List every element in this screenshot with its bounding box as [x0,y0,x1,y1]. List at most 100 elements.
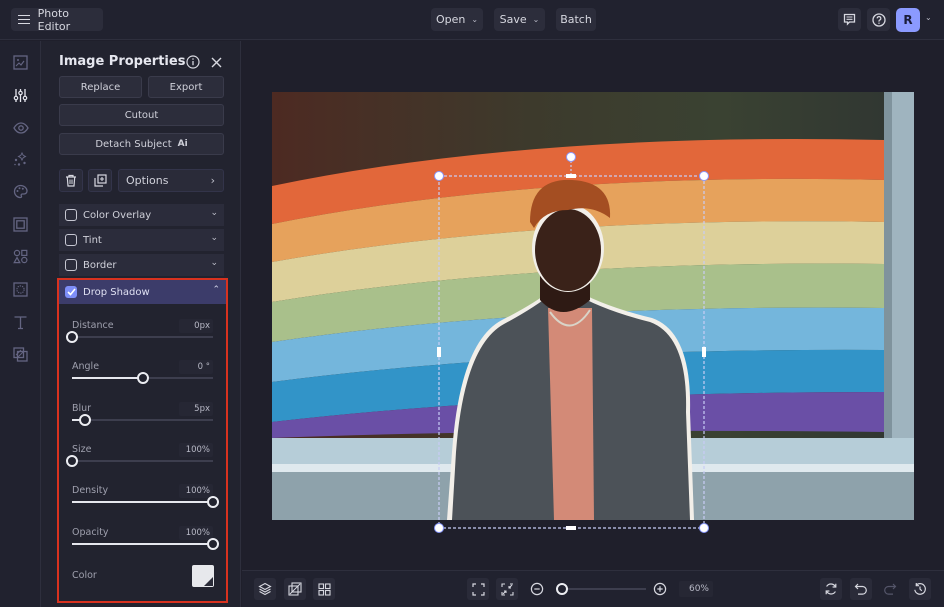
tool-rail [0,41,41,607]
zoom-in-icon [653,582,667,596]
chevron-down-icon: ⌄ [210,233,218,243]
slider-track [72,418,213,421]
slider-knob[interactable] [78,413,91,426]
rail-item-frames[interactable] [10,214,31,235]
chevron-down-icon: ⌄ [210,258,218,268]
angle-slider[interactable] [72,371,213,385]
zoom-in-button[interactable] [649,578,671,600]
zoom-slider-knob[interactable] [556,583,569,595]
slider-track [72,459,213,462]
options-button[interactable]: Options › [118,169,224,192]
history-button[interactable] [909,578,931,600]
rail-item-eye[interactable] [10,117,31,138]
rail-item-overlays[interactable] [10,279,31,300]
text-icon [14,316,27,330]
reset-button[interactable] [820,578,842,600]
chevron-down-icon: ⌄ [210,208,218,218]
eye-icon [12,121,29,134]
color-overlay-checkbox[interactable] [65,209,77,221]
overlay-layers-icon [13,347,28,362]
image-properties-panel: Image Properties Replace Export Cutout D… [41,41,241,607]
app-menu-button[interactable]: Photo Editor [11,7,103,33]
user-avatar[interactable]: R [896,8,920,32]
undo-icon [854,583,867,595]
resize-handle-bottom-right[interactable] [699,523,709,533]
opacity-slider[interactable] [72,537,219,551]
slider-knob[interactable] [207,537,219,550]
rail-item-adjustments[interactable] [10,85,31,106]
resize-handle-bottom-left[interactable] [434,523,444,533]
blur-slider[interactable] [72,413,213,427]
photo-canvas[interactable] [272,92,914,520]
accordion-label: Color Overlay [83,209,152,221]
tint-checkbox[interactable] [65,234,77,246]
zoom-out-icon [530,582,544,596]
save-menu-button[interactable]: Save ⌄ [494,8,545,31]
grid-icon [317,582,331,596]
help-button[interactable] [867,8,890,31]
top-bar: Photo Editor Open ⌄ Save ⌄ Batch R ⌄ [0,0,944,40]
accordion-drop-shadow[interactable]: Drop Shadow ⌃ [59,280,226,304]
texture-icon [13,282,28,297]
accordion-tint[interactable]: Tint ⌄ [59,229,224,251]
open-label: Open [435,13,466,26]
sliders-icon [13,89,28,102]
crop-compare-button[interactable] [284,578,306,600]
help-circle-icon [871,12,886,27]
corner-triangle-icon [204,577,213,586]
info-icon [186,55,200,69]
accordion-label: Tint [83,234,102,246]
photo-image [272,92,914,520]
zoom-out-button[interactable] [526,578,548,600]
chevron-down-icon[interactable]: ⌄ [925,13,932,22]
rail-item-layers[interactable] [10,344,31,365]
rail-item-effects[interactable] [10,149,31,170]
accordion-label: Border [83,259,117,271]
replace-button[interactable]: Replace [59,76,142,98]
resize-handle-bottom[interactable] [566,526,576,530]
rail-item-artsy[interactable] [10,181,31,202]
export-button[interactable]: Export [148,76,224,98]
detach-subject-button[interactable]: Detach Subject Ai [59,133,224,155]
redo-button[interactable] [879,578,901,600]
batch-label: Batch [560,13,592,26]
size-slider[interactable] [66,454,213,468]
slider-knob[interactable] [207,496,219,509]
rail-item-graphics[interactable] [10,246,31,267]
delete-button[interactable] [59,169,83,192]
accordion-color-overlay[interactable]: Color Overlay ⌄ [59,204,224,226]
palette-icon [13,184,28,199]
save-label: Save [499,13,527,26]
info-button[interactable] [186,54,200,73]
batch-button[interactable]: Batch [556,8,596,31]
feedback-button[interactable] [838,8,861,31]
distance-slider[interactable] [66,330,213,344]
slider-knob[interactable] [136,372,149,385]
close-panel-button[interactable] [210,54,223,73]
shapes-icon [13,249,28,264]
drop-shadow-label: Drop Shadow [83,286,150,298]
rail-item-text[interactable] [10,312,31,333]
fit-screen-button[interactable] [467,578,489,600]
drop-shadow-checkbox[interactable] [65,286,77,298]
check-icon [66,288,76,296]
cutout-button[interactable]: Cutout [59,104,224,126]
zoom-value[interactable]: 60% [679,581,713,597]
grid-button[interactable] [313,578,335,600]
density-slider[interactable] [72,495,219,509]
layers-button[interactable] [254,578,276,600]
panel-title: Image Properties [59,54,186,69]
undo-button[interactable] [850,578,872,600]
zoom-slider[interactable] [556,582,646,596]
open-menu-button[interactable]: Open ⌄ [431,8,483,31]
zoom-slider-track [558,588,646,590]
duplicate-button[interactable] [88,169,112,192]
actual-size-button[interactable] [496,578,518,600]
rail-item-image[interactable] [10,52,31,73]
shadow-color-swatch[interactable] [192,565,214,587]
slider-knob[interactable] [66,331,78,343]
accordion-border[interactable]: Border ⌄ [59,254,224,276]
drop-shadow-section: Drop Shadow ⌃ Distance 0px Angle 0 ° Blur 5px… [57,278,228,603]
border-checkbox[interactable] [65,259,77,271]
slider-knob[interactable] [66,454,78,467]
